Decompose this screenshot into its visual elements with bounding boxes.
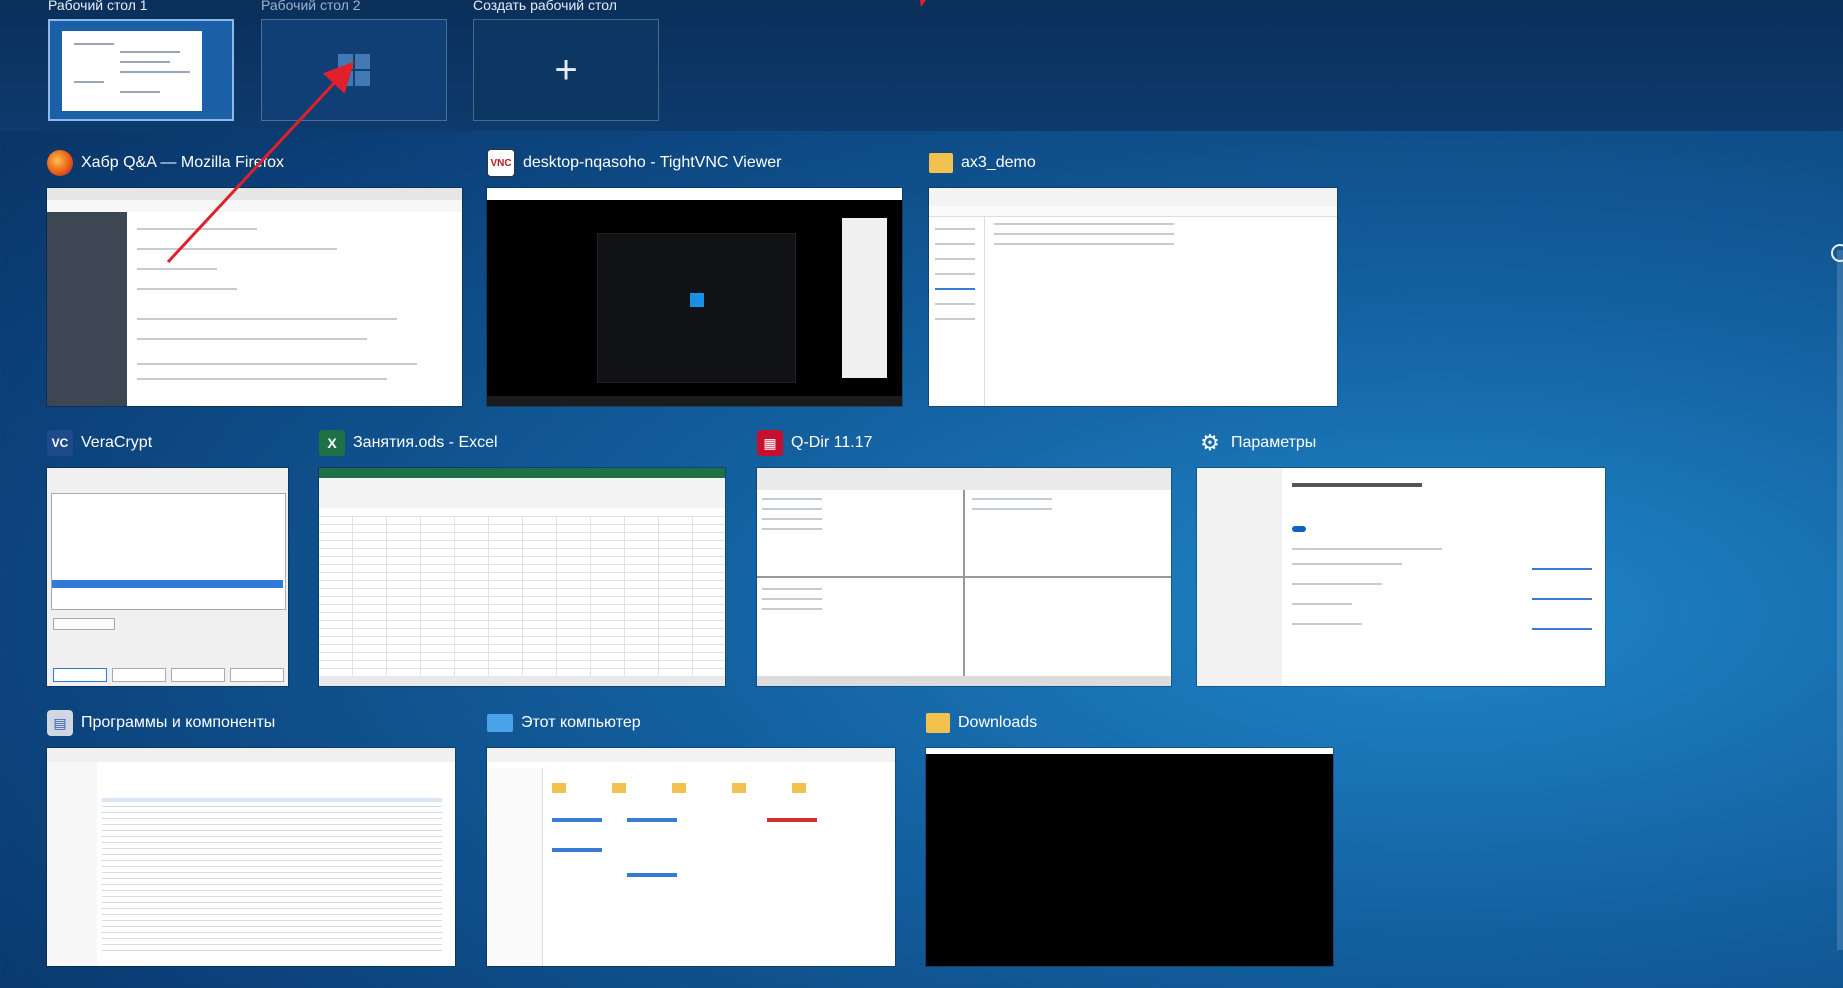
scrollbar-thumb[interactable] xyxy=(1831,244,1843,262)
window-preview xyxy=(47,188,462,406)
window-title: Программы и компоненты xyxy=(81,714,276,731)
window-preview xyxy=(487,748,895,966)
window-card-header: Хабр Q&A — Mozilla Firefox xyxy=(47,148,284,178)
window-card-header: ▦ Q-Dir 11.17 xyxy=(757,428,873,458)
window-card-header: Downloads xyxy=(926,708,1037,738)
window-card-header: VC VeraCrypt xyxy=(47,428,152,458)
window-title: desktop-nqasoho - TightVNC Viewer xyxy=(523,154,782,171)
window-preview xyxy=(47,748,455,966)
window-card-header: Этот компьютер xyxy=(487,708,641,738)
new-desktop-label: Создать рабочий стол xyxy=(473,0,617,13)
folder-icon xyxy=(926,713,950,733)
desktop-1-label: Рабочий стол 1 xyxy=(48,0,148,13)
firefox-icon xyxy=(47,150,73,176)
folder-icon xyxy=(929,153,953,173)
window-preview xyxy=(757,468,1171,686)
virtual-desktops-bar: Рабочий стол 1 Рабочий стол 2 Создать ра… xyxy=(0,0,1843,131)
window-card-header: ▤ Программы и компоненты xyxy=(47,708,275,738)
window-title: Этот компьютер xyxy=(521,714,641,731)
window-card-header: X Занятия.ods - Excel xyxy=(319,428,498,458)
computer-icon xyxy=(487,714,513,732)
window-title: ax3_demo xyxy=(961,154,1036,171)
window-preview xyxy=(929,188,1337,406)
window-title: Хабр Q&A — Mozilla Firefox xyxy=(81,154,285,171)
gear-icon: ⚙ xyxy=(1200,430,1220,455)
desktop-2-thumbnail[interactable]: Рабочий стол 2 xyxy=(261,0,447,121)
qdir-icon: ▦ xyxy=(757,430,783,456)
window-title: Q-Dir 11.17 xyxy=(791,434,873,451)
window-preview xyxy=(926,748,1333,966)
desktop-1-preview xyxy=(48,19,234,121)
window-title: VeraCrypt xyxy=(81,434,153,451)
window-preview xyxy=(1197,468,1605,686)
excel-icon: X xyxy=(319,430,345,456)
window-card-header: ⚙ Параметры xyxy=(1197,428,1316,458)
window-preview xyxy=(487,188,902,406)
window-card-header: ax3_demo xyxy=(929,148,1036,178)
window-preview xyxy=(47,468,288,686)
window-title: Downloads xyxy=(958,714,1038,731)
plus-icon: + xyxy=(554,48,578,92)
vnc-icon: VNC xyxy=(487,149,515,177)
window-title: Занятия.ods - Excel xyxy=(353,434,498,451)
desktop-1-thumbnail[interactable]: Рабочий стол 1 xyxy=(48,0,234,121)
scrollbar-track[interactable] xyxy=(1837,250,1843,950)
new-desktop-button[interactable]: Создать рабочий стол + xyxy=(473,0,659,121)
window-title: Параметры xyxy=(1231,434,1317,451)
desktop-2-label: Рабочий стол 2 xyxy=(261,0,361,13)
window-preview xyxy=(319,468,725,686)
new-desktop-preview: + xyxy=(473,19,659,121)
veracrypt-icon: VC xyxy=(47,430,73,456)
windows-logo-icon xyxy=(338,54,370,86)
programs-icon: ▤ xyxy=(47,710,73,736)
window-card-header: VNC desktop-nqasoho - TightVNC Viewer xyxy=(487,148,782,178)
desktop-2-preview xyxy=(261,19,447,121)
